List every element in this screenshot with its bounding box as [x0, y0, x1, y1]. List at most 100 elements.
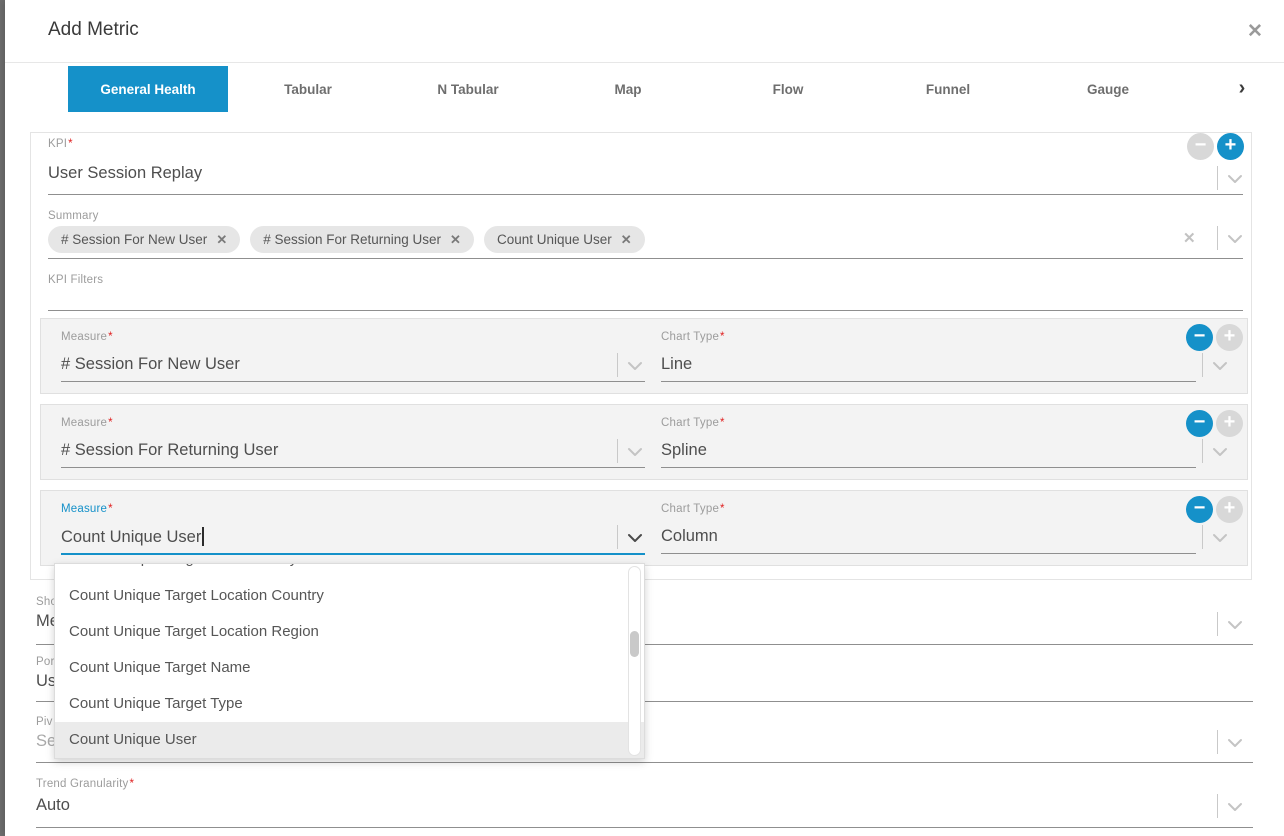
dropdown-option-highlighted[interactable]: Count Unique User — [55, 722, 644, 758]
chart-type-select-value[interactable]: Spline — [661, 441, 707, 460]
tab-map[interactable]: Map — [548, 66, 708, 112]
pivot-field-divider — [1217, 730, 1218, 754]
close-icon[interactable]: ✕ — [1241, 18, 1269, 46]
measure-select-value[interactable]: # Session For New User — [61, 355, 240, 374]
dialog-title: Add Metric — [48, 19, 139, 41]
chip-remove-icon[interactable]: ✕ — [216, 232, 227, 248]
required-asterisk: * — [108, 503, 113, 515]
chip-label: # Session For New User — [61, 232, 207, 247]
chart-type-chevron-down-icon[interactable] — [1212, 447, 1228, 457]
measure-chevron-down-icon[interactable] — [627, 447, 643, 457]
measure-input-text: Count Unique User — [61, 528, 201, 546]
tab-label: Flow — [773, 82, 804, 97]
tab-label: Tabular — [284, 82, 332, 97]
measure-dropdown-list: Count Unique Target Location City Count … — [54, 563, 645, 759]
summary-underline — [48, 258, 1243, 259]
required-asterisk: * — [108, 417, 113, 429]
show-field-chevron-down-icon[interactable] — [1227, 620, 1243, 630]
measure-label-text: Measure — [61, 503, 107, 515]
tab-gauge[interactable]: Gauge — [1028, 66, 1188, 112]
summary-chip: # Session For New User ✕ — [48, 226, 240, 253]
summary-chip: Count Unique User✕ — [484, 226, 645, 253]
chart-type-chevron-down-icon[interactable] — [1212, 361, 1228, 371]
tab-label: General Health — [100, 82, 195, 97]
dropdown-option[interactable]: Count Unique Target Name — [55, 650, 644, 686]
kpi-label: KPI* — [48, 138, 73, 150]
tab-general-health[interactable]: General Health — [68, 66, 228, 112]
measure-label-text: Measure — [61, 331, 107, 343]
chart-type-select-divider — [1202, 353, 1203, 377]
measure-select-divider — [617, 353, 618, 377]
chart-type-select-divider — [1202, 439, 1203, 463]
measure-underline — [61, 381, 645, 382]
dropdown-option-clipped[interactable]: Count Unique Target Location City — [55, 564, 644, 578]
measure-chevron-down-icon[interactable] — [627, 361, 643, 371]
chart-type-label-text: Chart Type — [661, 503, 719, 515]
kpi-add-button[interactable]: + — [1217, 133, 1244, 160]
required-asterisk: * — [108, 331, 113, 343]
required-asterisk: * — [720, 503, 725, 515]
dropdown-options: Count Unique Target Location City Count … — [55, 564, 644, 758]
dropdown-option-label: Count Unique Target Location City — [69, 564, 644, 577]
chip-remove-icon[interactable]: ✕ — [621, 232, 632, 248]
kpi-select-divider — [1217, 166, 1218, 190]
required-asterisk: * — [720, 417, 725, 429]
measure-chevron-down-icon[interactable] — [627, 533, 643, 543]
chart-type-select-value[interactable]: Line — [661, 355, 692, 374]
measure-underline-focused — [61, 553, 645, 555]
required-asterisk: * — [720, 331, 725, 343]
measure-row: Measure* # Session For Returning User Ch… — [40, 404, 1248, 480]
tab-label: N Tabular — [437, 82, 498, 97]
measure-remove-button[interactable]: − — [1186, 496, 1213, 523]
measure-add-button[interactable]: + — [1216, 496, 1243, 523]
trend-granularity-value[interactable]: Auto — [36, 796, 70, 815]
chart-type-select-value[interactable]: Column — [661, 527, 718, 546]
measure-remove-button[interactable]: − — [1186, 410, 1213, 437]
tab-flow[interactable]: Flow — [708, 66, 868, 112]
kpi-filters-label: KPI Filters — [48, 274, 103, 286]
measure-label: Measure* — [61, 417, 113, 429]
measure-add-button[interactable]: + — [1216, 410, 1243, 437]
tab-label: Gauge — [1087, 82, 1129, 97]
dropdown-scrollbar-track[interactable] — [628, 566, 641, 756]
dropdown-option[interactable]: Count Unique Target Location Country — [55, 578, 644, 614]
measure-search-input[interactable]: Count Unique User — [61, 527, 204, 547]
dropdown-option[interactable]: Count Unique Target Location Region — [55, 614, 644, 650]
tab-tabular[interactable]: Tabular — [228, 66, 388, 112]
chart-type-chevron-down-icon[interactable] — [1212, 533, 1228, 543]
chart-type-select-divider — [1202, 525, 1203, 549]
summary-chevron-down-icon[interactable] — [1227, 234, 1243, 244]
measure-row: Measure* Count Unique User Chart Type* C… — [40, 490, 1248, 566]
summary-chip: # Session For Returning User ✕ — [250, 226, 474, 253]
measure-select-divider — [617, 525, 618, 549]
tab-funnel[interactable]: Funnel — [868, 66, 1028, 112]
measure-select-value[interactable]: # Session For Returning User — [61, 441, 278, 460]
measure-label: Measure* — [61, 503, 113, 515]
kpi-remove-button[interactable]: − — [1187, 133, 1214, 160]
pivot-field-chevron-down-icon[interactable] — [1227, 738, 1243, 748]
chip-remove-icon[interactable]: ✕ — [450, 232, 461, 248]
kpi-chevron-down-icon[interactable] — [1227, 174, 1243, 184]
dropdown-option[interactable]: Count Unique Target Type — [55, 686, 644, 722]
summary-clear-icon[interactable]: ✕ — [1183, 229, 1196, 247]
pivot-field-label: Piv — [36, 716, 53, 728]
chart-type-underline — [661, 553, 1196, 554]
kpi-select-value[interactable]: User Session Replay — [48, 164, 202, 183]
summary-chip-list: # Session For New User ✕ # Session For Re… — [48, 226, 645, 253]
tabs-more-chevron-icon[interactable]: › — [1229, 74, 1255, 104]
chart-type-label: Chart Type* — [661, 503, 725, 515]
dropdown-scrollbar-thumb[interactable] — [630, 631, 639, 657]
tab-bar: General Health Tabular N Tabular Map Flo… — [68, 66, 1188, 112]
chip-label: # Session For Returning User — [263, 232, 441, 247]
tab-label: Map — [615, 82, 642, 97]
measure-add-button[interactable]: + — [1216, 324, 1243, 351]
measure-remove-button[interactable]: − — [1186, 324, 1213, 351]
trend-granularity-chevron-down-icon[interactable] — [1227, 802, 1243, 812]
tab-label: Funnel — [926, 82, 970, 97]
kpi-filters-underline[interactable] — [48, 310, 1243, 311]
trend-granularity-underline — [36, 827, 1253, 828]
show-field-divider — [1217, 612, 1218, 636]
measure-underline — [61, 467, 645, 468]
tab-n-tabular[interactable]: N Tabular — [388, 66, 548, 112]
trend-granularity-label: Trend Granularity* — [36, 778, 134, 790]
